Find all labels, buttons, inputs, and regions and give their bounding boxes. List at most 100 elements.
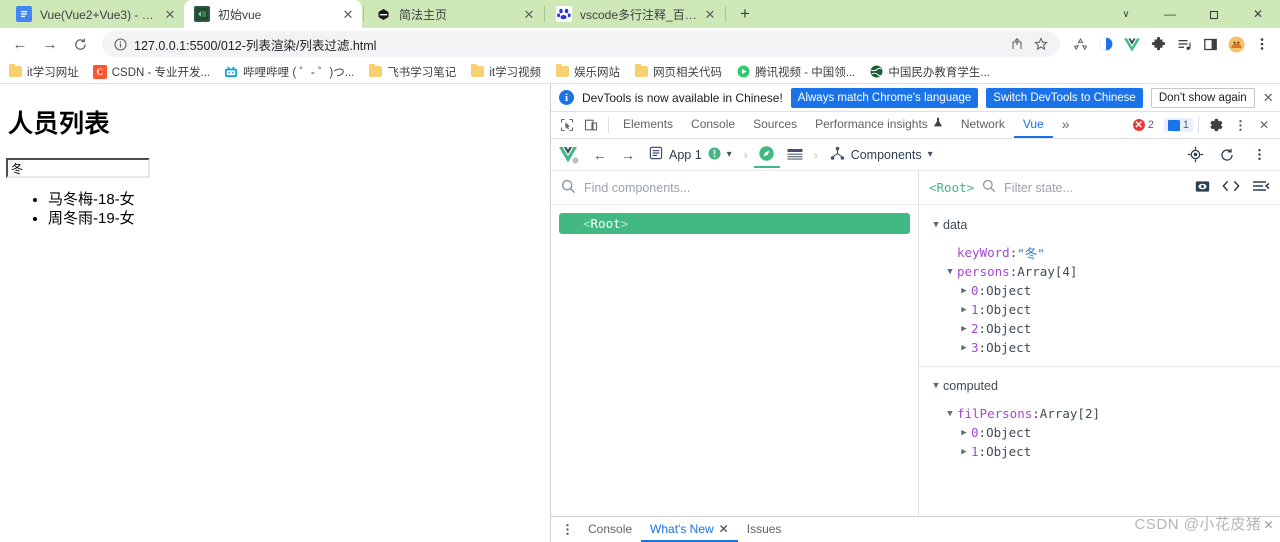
address-bar[interactable]: 127.0.0.1:5500/012-列表渲染/列表过滤.html bbox=[102, 31, 1060, 57]
state-row[interactable]: ▼ filPersons: Array[2] bbox=[919, 404, 1280, 423]
devtools-tab-vue[interactable]: Vue bbox=[1013, 112, 1053, 138]
close-icon[interactable]: ✕ bbox=[340, 6, 356, 22]
chevron-down-icon[interactable]: ▼ bbox=[929, 220, 943, 230]
inspect-element-icon[interactable] bbox=[555, 113, 579, 137]
bookmark-item[interactable]: it学习网址 bbox=[8, 64, 79, 80]
app-selector[interactable]: App 1 ▾ bbox=[643, 143, 738, 167]
bookmark-item[interactable]: 哔哩哔哩 ( ゜- ゜)つ... bbox=[224, 64, 354, 80]
bookmark-item[interactable]: 飞书学习笔记 bbox=[368, 64, 456, 80]
drawer-tab-whats-new[interactable]: What's New ✕ bbox=[641, 517, 738, 542]
bookmark-star-icon[interactable] bbox=[1030, 33, 1052, 55]
inspector-components-icon[interactable] bbox=[753, 142, 780, 168]
chevron-right-icon[interactable]: ▶ bbox=[957, 324, 971, 334]
close-icon[interactable]: ✕ bbox=[1263, 518, 1274, 532]
device-toolbar-icon[interactable] bbox=[579, 113, 603, 137]
devtools-tab-elements[interactable]: Elements bbox=[614, 112, 682, 138]
state-row[interactable]: ▶ 1: Object bbox=[919, 300, 1280, 319]
filter-state-row[interactable]: <Root> Filter state... bbox=[919, 171, 1280, 205]
switch-to-chinese-button[interactable]: Switch DevTools to Chinese bbox=[986, 87, 1143, 108]
close-icon[interactable]: ✕ bbox=[719, 522, 729, 536]
reload-icon[interactable] bbox=[66, 30, 94, 58]
collapse-all-icon[interactable] bbox=[1252, 179, 1270, 196]
components-selector[interactable]: Components ▾ bbox=[824, 143, 939, 167]
browser-tab-1[interactable]: 初始vue ✕ bbox=[184, 0, 362, 28]
chevron-down-icon[interactable]: ▼ bbox=[929, 381, 943, 391]
gear-icon[interactable] bbox=[1204, 113, 1228, 137]
bookmark-item[interactable]: it学习视频 bbox=[470, 64, 541, 80]
side-panel-icon[interactable] bbox=[1198, 32, 1222, 56]
chevron-down-icon[interactable]: ∨ bbox=[1104, 0, 1148, 28]
chevron-right-icon[interactable]: ▶ bbox=[957, 428, 971, 438]
site-info-icon[interactable] bbox=[112, 36, 128, 52]
vue-back-icon[interactable]: ← bbox=[587, 142, 613, 168]
drawer-tab-console[interactable]: Console bbox=[579, 517, 641, 542]
state-group-header[interactable]: ▼ computed bbox=[919, 376, 1280, 395]
state-row[interactable]: ▼ persons: Array[4] bbox=[919, 262, 1280, 281]
browser-tab-0[interactable]: Vue(Vue2+Vue3) - 飞书云文档 ✕ bbox=[6, 0, 184, 28]
message-count-badge[interactable]: 1 bbox=[1163, 118, 1193, 132]
state-row[interactable]: ▶ 2: Object bbox=[919, 319, 1280, 338]
reading-list-icon[interactable] bbox=[1172, 32, 1196, 56]
more-tabs-icon[interactable]: » bbox=[1053, 112, 1079, 138]
state-row[interactable]: ▶ 3: Object bbox=[919, 338, 1280, 357]
chrome-menu-icon[interactable] bbox=[1250, 32, 1274, 56]
vue-devtools-icon[interactable] bbox=[1120, 32, 1144, 56]
chevron-right-icon[interactable]: ▶ bbox=[957, 343, 971, 353]
devtools-tab-console[interactable]: Console bbox=[682, 112, 744, 138]
drawer-tab-issues[interactable]: Issues bbox=[738, 517, 791, 542]
bookmark-item[interactable]: C CSDN - 专业开发... bbox=[92, 64, 210, 80]
close-icon[interactable]: ✕ bbox=[1263, 90, 1274, 106]
dont-show-again-button[interactable]: Don't show again bbox=[1150, 87, 1255, 108]
close-icon[interactable]: ✕ bbox=[162, 6, 178, 22]
close-icon[interactable]: ✕ bbox=[521, 6, 537, 22]
chevron-down-icon[interactable]: ▼ bbox=[943, 409, 957, 419]
browser-tab-2[interactable]: 简法主页 ✕ bbox=[365, 0, 543, 28]
chevron-right-icon[interactable]: ▶ bbox=[957, 305, 971, 315]
vue-forward-icon[interactable]: → bbox=[615, 142, 641, 168]
tree-node-root[interactable]: < Root > bbox=[559, 213, 910, 234]
error-count-badge[interactable]: ✕ 2 bbox=[1129, 118, 1158, 132]
new-tab-button[interactable]: + bbox=[731, 0, 759, 28]
bookmark-item[interactable]: 网页相关代码 bbox=[634, 64, 722, 80]
state-group-header[interactable]: ▼ data bbox=[919, 215, 1280, 234]
select-component-target-icon[interactable] bbox=[1182, 142, 1208, 168]
kebab-menu-icon[interactable] bbox=[555, 518, 579, 542]
back-icon[interactable]: ← bbox=[6, 30, 34, 58]
open-in-editor-icon[interactable] bbox=[1222, 179, 1240, 196]
refresh-icon[interactable] bbox=[1214, 142, 1240, 168]
devtools-tab-sources[interactable]: Sources bbox=[744, 112, 806, 138]
find-components-row[interactable]: Find components... bbox=[551, 171, 918, 205]
always-match-language-button[interactable]: Always match Chrome's language bbox=[790, 87, 979, 108]
chevron-down-icon[interactable]: ▼ bbox=[943, 267, 957, 277]
filter-state-input[interactable]: Filter state... bbox=[1004, 181, 1073, 195]
state-row[interactable]: ▶ 1: Object bbox=[919, 442, 1280, 461]
inspect-dom-icon[interactable] bbox=[1195, 179, 1210, 197]
minimize-icon[interactable]: — bbox=[1148, 0, 1192, 28]
bookmark-item[interactable]: 腾讯视频 - 中国领... bbox=[736, 64, 855, 80]
bookmark-item[interactable]: 中国民办教育学生... bbox=[869, 64, 990, 80]
state-row[interactable]: ▶ 0: Object bbox=[919, 423, 1280, 442]
devtools-tab-network[interactable]: Network bbox=[952, 112, 1014, 138]
inspector-timeline-icon[interactable] bbox=[782, 142, 808, 168]
chevron-right-icon[interactable]: ▶ bbox=[957, 447, 971, 457]
kebab-menu-icon[interactable] bbox=[1246, 142, 1272, 168]
profile-avatar-icon[interactable] bbox=[1224, 32, 1248, 56]
state-row[interactable]: ▶ 0: Object bbox=[919, 281, 1280, 300]
chevron-down-icon[interactable]: ▾ bbox=[928, 149, 933, 160]
close-icon[interactable]: ✕ bbox=[702, 6, 718, 22]
recycle-extension-icon[interactable] bbox=[1068, 32, 1092, 56]
puzzle-extensions-icon[interactable] bbox=[1146, 32, 1170, 56]
find-components-input[interactable]: Find components... bbox=[584, 181, 690, 195]
maximize-icon[interactable] bbox=[1192, 0, 1236, 28]
devtools-tab-performance-insights[interactable]: Performance insights bbox=[806, 112, 952, 138]
browser-tab-3[interactable]: vscode多行注释_百度搜索 ✕ bbox=[546, 0, 724, 28]
chevron-down-icon[interactable]: ▾ bbox=[727, 149, 732, 160]
state-row[interactable]: keyWord: "冬" bbox=[919, 243, 1280, 262]
close-devtools-icon[interactable]: ✕ bbox=[1252, 113, 1276, 137]
share-icon[interactable] bbox=[1006, 33, 1028, 55]
bookmark-item[interactable]: 娱乐网站 bbox=[555, 64, 620, 80]
browser-shield-icon[interactable] bbox=[1094, 32, 1118, 56]
kebab-menu-icon[interactable] bbox=[1228, 113, 1252, 137]
chevron-right-icon[interactable]: ▶ bbox=[957, 286, 971, 296]
keyword-search-input[interactable] bbox=[6, 158, 150, 178]
